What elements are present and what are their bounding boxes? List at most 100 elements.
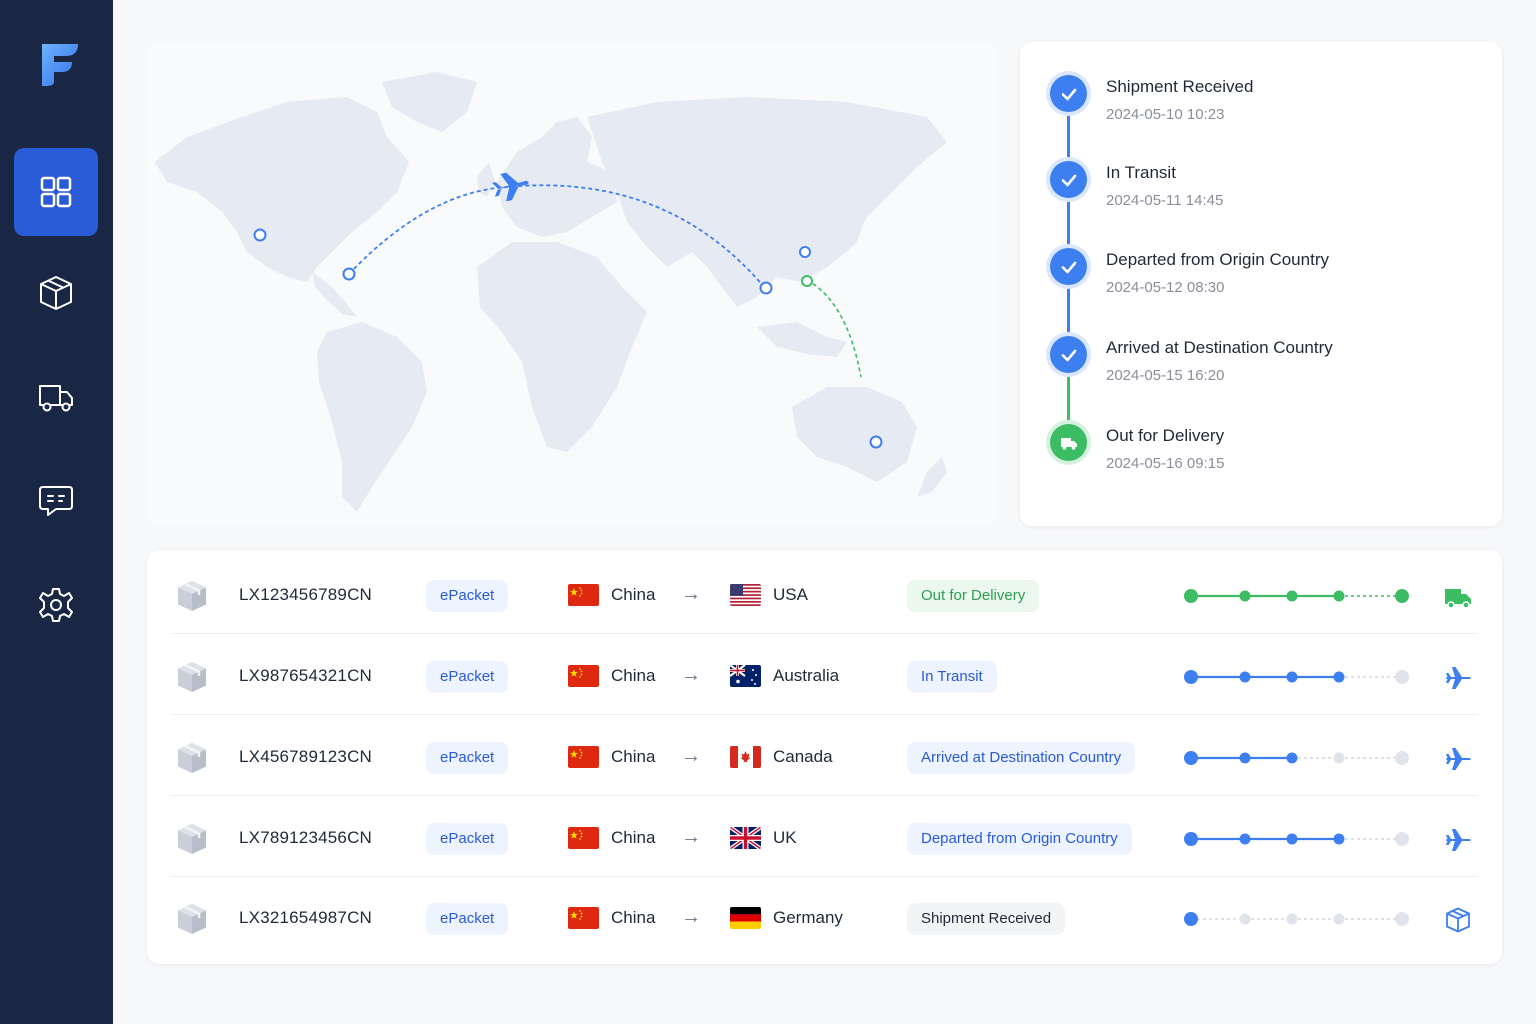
- nav-messages[interactable]: [14, 457, 98, 545]
- progress-step: [1286, 833, 1298, 845]
- table-row[interactable]: LX987654321CN ePacket China → Australia …: [147, 634, 1502, 715]
- progress-step: [1395, 589, 1409, 603]
- timeline-event-title: Out for Delivery: [1106, 426, 1225, 445]
- map-canvas: [155, 72, 947, 512]
- destination-country: Australia: [773, 666, 840, 685]
- carrier-badge: ePacket: [426, 742, 509, 774]
- truck-icon: [1445, 589, 1471, 609]
- origin-country: China: [611, 585, 656, 604]
- marker-china-east[interactable]: [799, 246, 811, 258]
- progress-step: [1286, 752, 1298, 764]
- package-icon: [175, 822, 209, 856]
- truck-icon: [1060, 437, 1077, 450]
- australia: [792, 387, 917, 482]
- gear-icon: [39, 588, 73, 622]
- north-america: [155, 97, 409, 282]
- nav-settings[interactable]: [14, 561, 98, 649]
- marker-australia[interactable]: [869, 435, 883, 449]
- plane-icon: [1446, 829, 1471, 851]
- timeline-event-time: 2024-05-12 08:30: [1106, 279, 1225, 296]
- nav-dashboard[interactable]: [14, 148, 98, 236]
- table-row[interactable]: LX789123456CN ePacket China → UK Departe…: [147, 796, 1502, 877]
- tracking-number[interactable]: LX987654321CN: [239, 666, 372, 686]
- transport-mode[interactable]: [1443, 746, 1473, 772]
- progress-step: [1395, 670, 1409, 684]
- box-icon: [1446, 907, 1470, 933]
- progress-step: [1184, 589, 1198, 603]
- check-icon: [1061, 349, 1076, 361]
- flag-us-icon: [730, 584, 761, 606]
- table-row[interactable]: LX123456789CN ePacket China → USA Out fo…: [147, 553, 1502, 634]
- timeline-node: [1050, 248, 1087, 285]
- marker-china-hub[interactable]: [801, 275, 813, 287]
- flag-ca-icon: [730, 746, 761, 768]
- progress-step: [1239, 671, 1251, 683]
- marker-usa-east[interactable]: [342, 267, 356, 281]
- timeline-event-time: 2024-05-10 10:23: [1106, 106, 1225, 123]
- timeline-event-title: Shipment Received: [1106, 77, 1254, 96]
- tracking-number[interactable]: LX123456789CN: [239, 585, 372, 605]
- tracking-number[interactable]: LX789123456CN: [239, 828, 372, 848]
- progress-step: [1395, 912, 1409, 926]
- chat-icon: [39, 486, 73, 516]
- progress-tracker: [1183, 748, 1415, 768]
- timeline-event-title: Arrived at Destination Country: [1106, 338, 1333, 357]
- progress-step: [1184, 751, 1198, 765]
- timeline-event-title: Departed from Origin Country: [1106, 250, 1329, 269]
- flag-uk-icon: [730, 827, 761, 849]
- transport-mode[interactable]: [1443, 827, 1473, 853]
- arrow-right-icon: →: [681, 745, 701, 767]
- new-zealand: [917, 457, 947, 497]
- world-map[interactable]: [147, 42, 997, 526]
- nav-packages[interactable]: [14, 249, 98, 337]
- route-ground: [806, 279, 862, 378]
- carrier-badge: ePacket: [426, 823, 509, 855]
- destination-country: USA: [773, 585, 808, 604]
- sea-islands: [757, 322, 847, 357]
- progress-step: [1286, 671, 1298, 683]
- tracking-number[interactable]: LX321654987CN: [239, 908, 372, 928]
- progress-step: [1286, 590, 1298, 602]
- marker-china-south[interactable]: [759, 281, 773, 295]
- marker-usa-west[interactable]: [253, 228, 267, 242]
- package-icon: [175, 579, 209, 613]
- transport-mode[interactable]: [1443, 907, 1473, 933]
- progress-step: [1333, 833, 1345, 845]
- origin-country: China: [611, 747, 656, 766]
- progress-tracker: [1183, 829, 1415, 849]
- transport-mode[interactable]: [1443, 665, 1473, 691]
- check-icon: [1061, 261, 1076, 273]
- status-badge: Arrived at Destination Country: [907, 742, 1136, 774]
- progress-step: [1239, 590, 1251, 602]
- progress-step: [1333, 752, 1345, 764]
- timeline-node: [1050, 161, 1087, 198]
- flag-au-icon: [730, 665, 761, 687]
- table-row[interactable]: LX321654987CN ePacket China → Germany Sh…: [147, 876, 1502, 957]
- origin-country: China: [611, 666, 656, 685]
- timeline-event-time: 2024-05-11 14:45: [1106, 192, 1224, 209]
- status-badge: In Transit: [907, 661, 997, 693]
- flag-china-icon: [568, 907, 599, 929]
- asia: [587, 97, 947, 307]
- progress-step: [1395, 832, 1409, 846]
- progress-tracker: [1183, 586, 1415, 606]
- transport-mode[interactable]: [1443, 584, 1473, 610]
- truck-icon: [39, 385, 73, 412]
- grid-icon: [40, 176, 72, 208]
- timeline-event-time: 2024-05-16 09:15: [1106, 455, 1225, 472]
- timeline-node: [1050, 424, 1087, 461]
- plane-icon: [1446, 667, 1471, 689]
- greenland: [382, 72, 477, 132]
- tracking-number[interactable]: LX456789123CN: [239, 747, 372, 767]
- arrow-right-icon: →: [681, 826, 701, 848]
- status-badge: Departed from Origin Country: [907, 823, 1132, 855]
- table-row[interactable]: LX456789123CN ePacket China → Canada Arr…: [147, 715, 1502, 796]
- flag-china-icon: [568, 584, 599, 606]
- flag-de-icon: [730, 907, 761, 929]
- nav-delivery[interactable]: [14, 353, 98, 441]
- timeline-node: [1050, 75, 1087, 112]
- status-badge: Out for Delivery: [907, 580, 1040, 612]
- progress-step: [1286, 913, 1298, 925]
- app-logo[interactable]: [34, 40, 82, 90]
- progress-step: [1184, 670, 1198, 684]
